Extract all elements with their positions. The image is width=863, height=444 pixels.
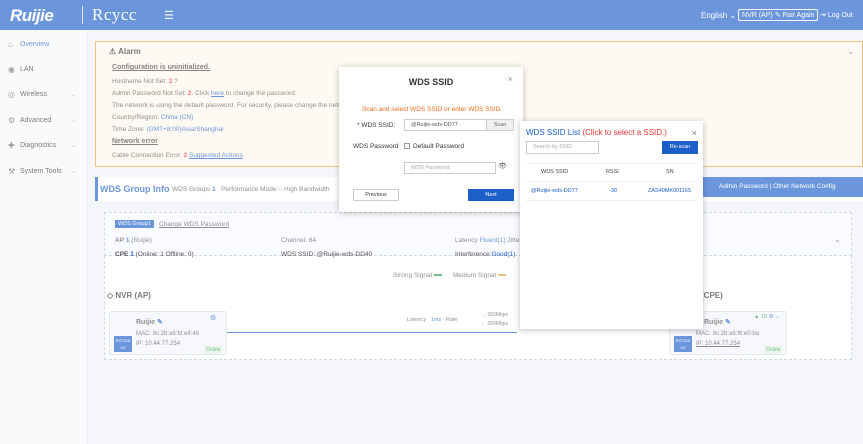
scan-button[interactable]: Scan [486, 119, 514, 131]
default-password-label: Default Password [413, 143, 464, 150]
table-divider [526, 163, 697, 164]
column-header-ssid: WDS SSID [541, 169, 569, 175]
ssid-input[interactable]: @Ruijie-wds-DD77 [404, 119, 488, 131]
column-header-rssi: RSSI [606, 169, 619, 175]
ssid-label: * WDS SSID: [357, 122, 396, 129]
wds-ssid-list-modal: WDS SSID List (Click to select a SSID.) … [520, 121, 703, 329]
interference-value: Good(1) [491, 251, 516, 258]
rescan-button[interactable]: Re-scan [662, 141, 698, 154]
eye-icon[interactable]: 👁 [498, 162, 507, 170]
column-header-sn: SN [666, 169, 674, 175]
table-divider [526, 181, 697, 182]
password-label: WDS Password [353, 143, 399, 150]
row-rssi: -30 [609, 188, 617, 194]
row-ssid[interactable]: @Ruijie-wds-DD77 [531, 188, 578, 194]
default-password-checkbox[interactable]: Default Password [404, 143, 464, 150]
cpe-label: CPE [115, 251, 129, 258]
interference-label: Interference [455, 251, 490, 258]
cpe-offline: Offline: 0) [165, 251, 194, 258]
ssid-list-hint: (Click to select a SSID.) [582, 128, 667, 137]
interference-info: Interference Good(1) [455, 251, 515, 258]
close-icon[interactable]: × [508, 74, 513, 84]
wds-ssid-modal: WDS SSID × Scan and select WDS SSID or e… [339, 67, 523, 212]
ssid-hint: Scan and select WDS SSID or enter WDS SS… [362, 106, 503, 113]
previous-button[interactable]: Previous [353, 189, 399, 201]
close-icon[interactable]: × [692, 128, 697, 138]
ssid-list-title-text: WDS SSID List [526, 128, 581, 137]
row-sn: ZAS40MK001165 [648, 188, 692, 194]
next-button[interactable]: Next [468, 189, 514, 201]
password-input[interactable]: WDS Password [404, 162, 496, 174]
cpe-info: CPE 1 (Online: 1 Offline: 0) [115, 251, 194, 258]
cpe-online: (Online: 1 [135, 251, 164, 258]
search-ssid-input[interactable]: Search by SSID [526, 141, 599, 154]
table-divider [526, 200, 697, 201]
cpe-count: 1 [130, 251, 134, 258]
wds-ssid-info: WDS SSID: @Ruijie-wds-DD40 [281, 251, 373, 258]
ssid-list-title: WDS SSID List (Click to select a SSID.) [526, 128, 667, 137]
checkbox-box[interactable] [404, 143, 410, 150]
modal-title: WDS SSID [408, 77, 454, 87]
